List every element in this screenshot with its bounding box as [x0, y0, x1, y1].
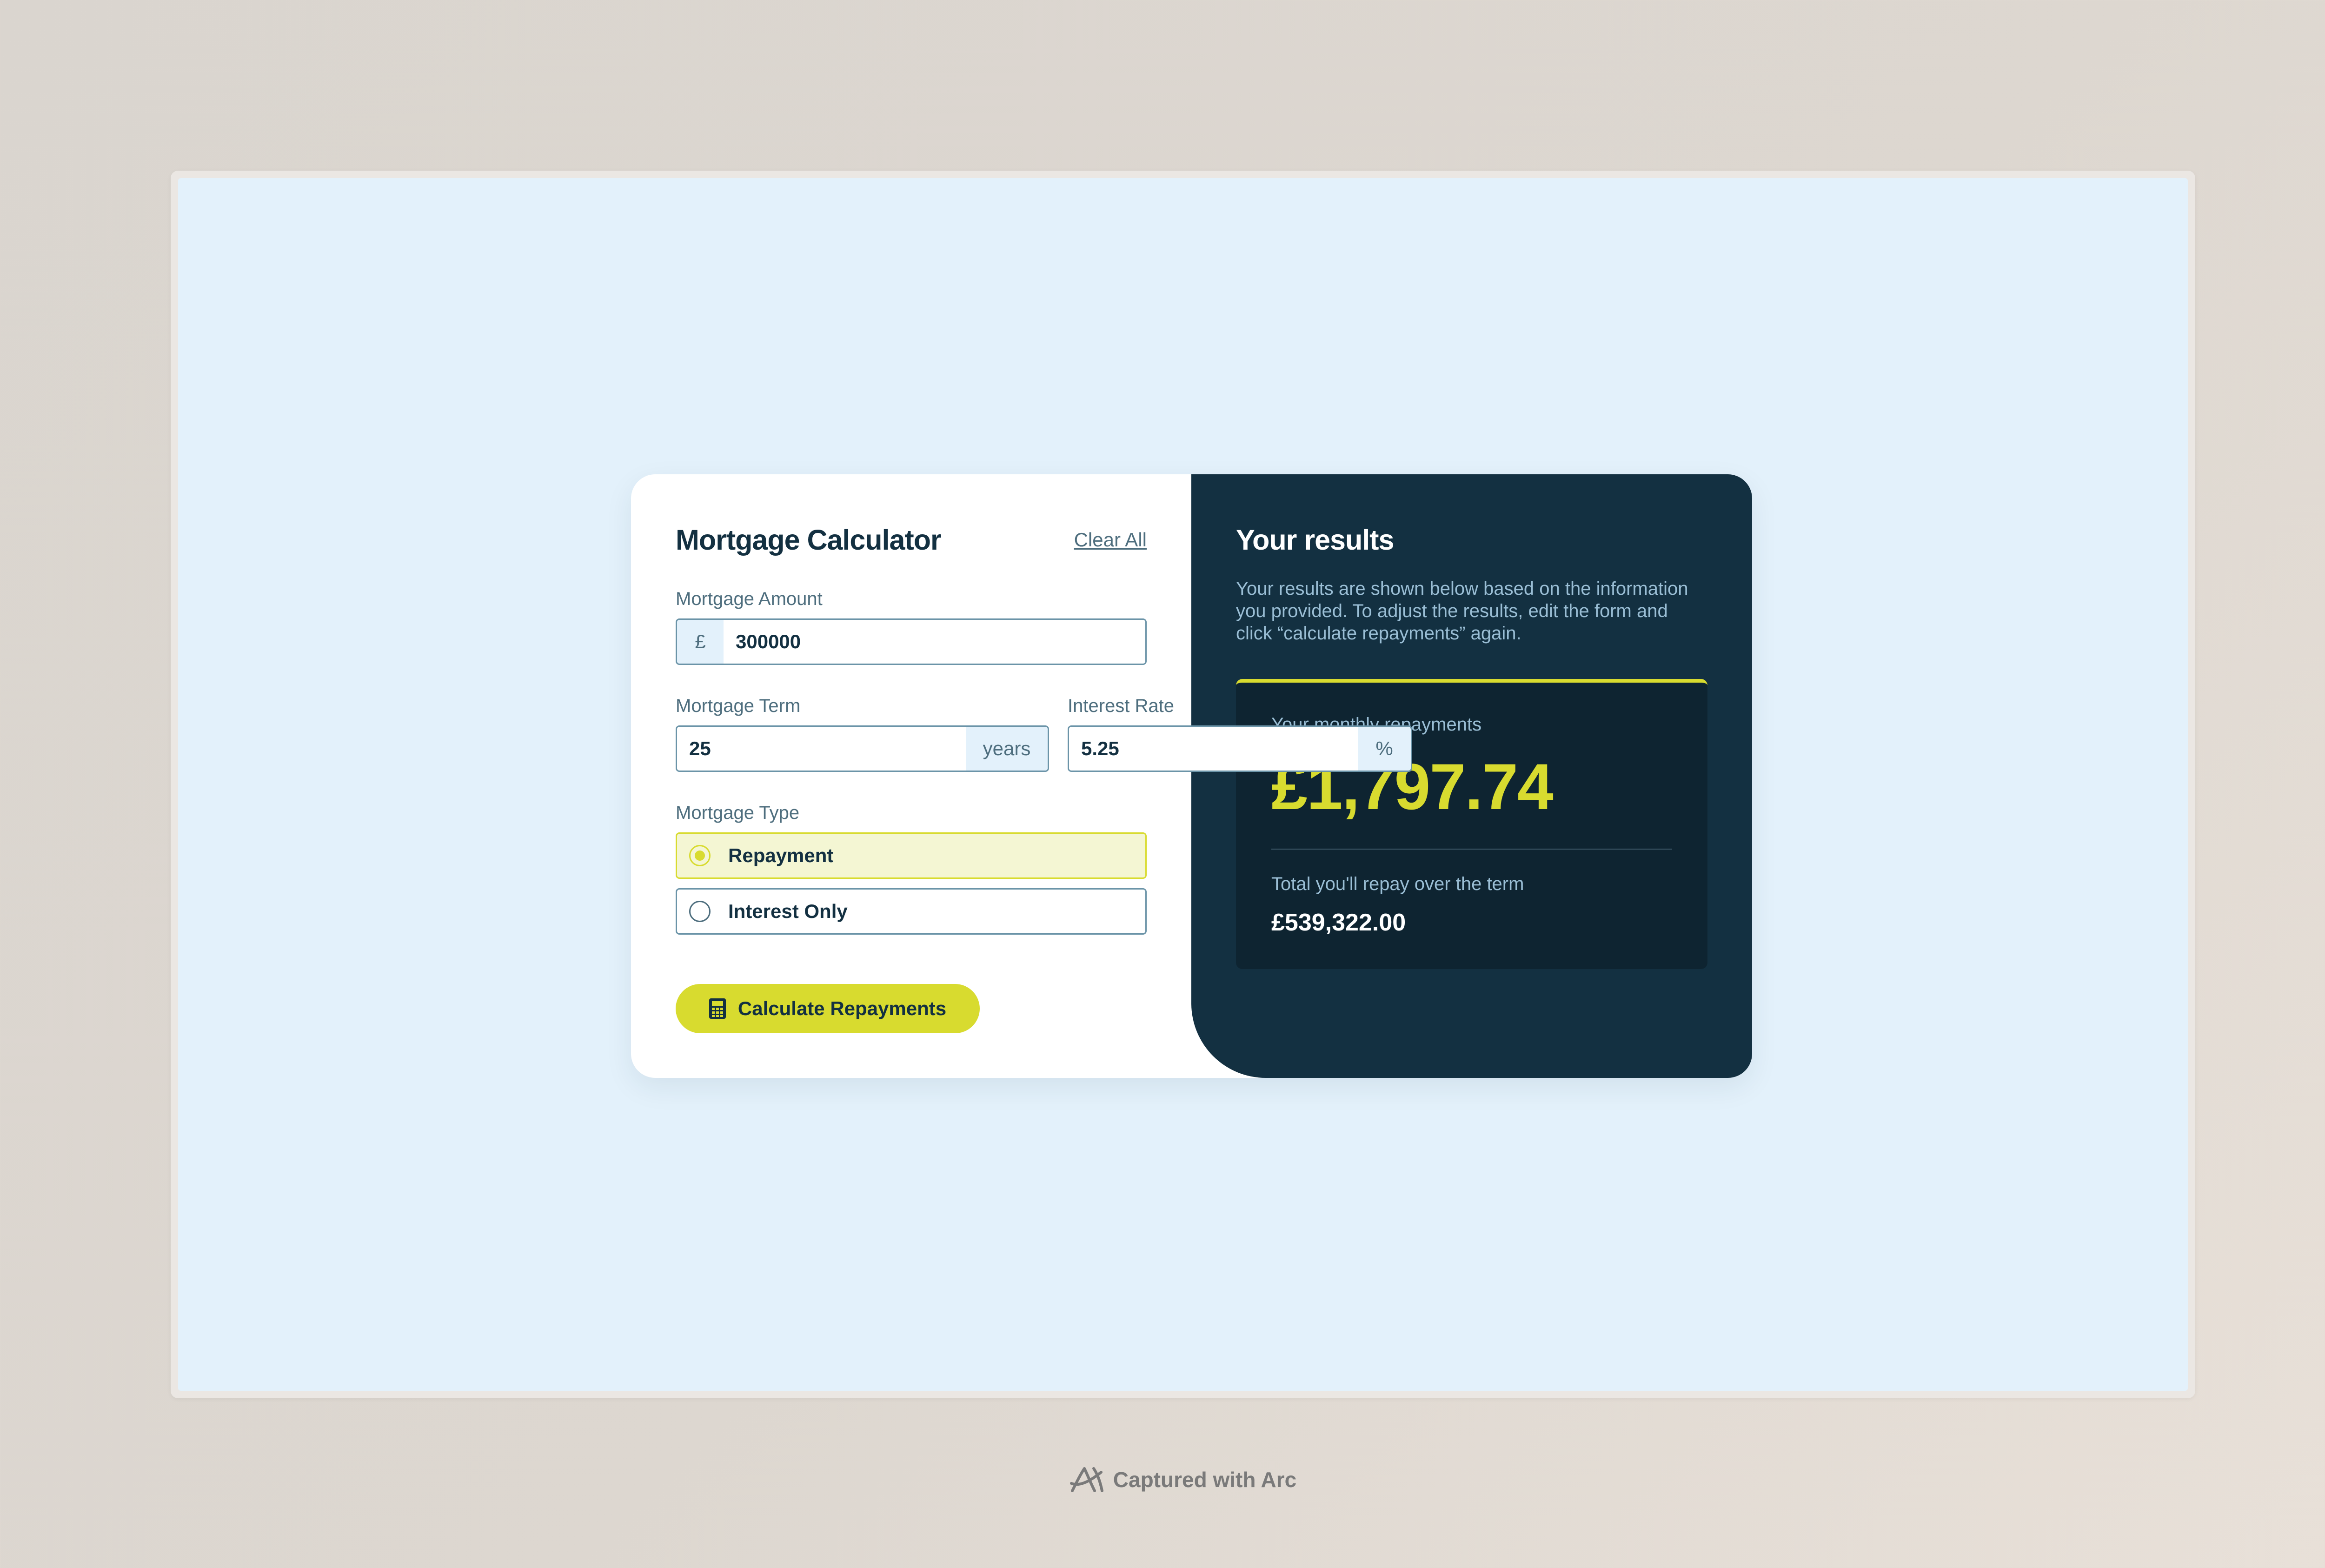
radio-interest-only-label: Interest Only	[728, 900, 848, 922]
rate-input[interactable]	[1069, 727, 1358, 771]
term-group: Mortgage Term years	[676, 696, 1049, 772]
capture-footer: Captured with Arc	[0, 1465, 2325, 1495]
rate-label: Interest Rate	[1068, 696, 1175, 716]
radio-unselected-icon	[689, 901, 711, 922]
form-header: Mortgage Calculator Clear All	[676, 519, 1147, 561]
total-value: £539,322.00	[1271, 909, 1406, 936]
term-field: years	[676, 725, 1049, 772]
years-suffix: years	[966, 727, 1048, 771]
clear-all-link[interactable]: Clear All	[1074, 529, 1147, 551]
radio-repayment[interactable]: Repayment	[676, 832, 1147, 879]
amount-field: £	[676, 618, 1147, 665]
radio-repayment-label: Repayment	[728, 844, 834, 866]
amount-input[interactable]	[724, 620, 1145, 664]
calculate-button-label: Calculate Repayments	[737, 997, 947, 1019]
form-title: Mortgage Calculator	[676, 524, 942, 556]
results-title: Your results	[1236, 524, 1394, 556]
percent-suffix: %	[1358, 727, 1411, 771]
rate-field: %	[1068, 725, 1412, 772]
mortgage-type-group: Mortgage Type Repayment Interest Only	[676, 803, 1147, 935]
calculator-form: Mortgage Calculator Clear All Mortgage A…	[631, 474, 1412, 1078]
arc-logo-icon	[1070, 1467, 1103, 1492]
amount-label: Mortgage Amount	[676, 589, 823, 609]
rate-group: Interest Rate %	[1068, 696, 1412, 772]
page-viewport: Mortgage Calculator Clear All Mortgage A…	[178, 178, 2188, 1391]
term-label: Mortgage Term	[676, 696, 801, 716]
term-rate-row: Mortgage Term years Interest Rate %	[676, 696, 1412, 772]
capture-footer-text: Captured with Arc	[1113, 1468, 1297, 1492]
results-description: Your results are shown below based on th…	[1236, 578, 1688, 644]
type-label: Mortgage Type	[676, 803, 800, 823]
browser-window: Mortgage Calculator Clear All Mortgage A…	[171, 171, 2195, 1398]
results-divider	[1271, 849, 1672, 850]
mortgage-calculator-card: Mortgage Calculator Clear All Mortgage A…	[631, 474, 1752, 1078]
radio-interest-only[interactable]: Interest Only	[676, 888, 1147, 935]
results-panel: Your results Your results are shown belo…	[1191, 474, 1752, 1078]
currency-prefix: £	[677, 620, 724, 664]
amount-group: Mortgage Amount £	[676, 589, 1147, 665]
radio-selected-icon	[689, 845, 711, 866]
calculate-repayments-button[interactable]: Calculate Repayments	[676, 984, 980, 1033]
calculator-icon	[709, 998, 726, 1019]
term-input[interactable]	[677, 727, 966, 771]
total-label: Total you'll repay over the term	[1271, 874, 1524, 894]
